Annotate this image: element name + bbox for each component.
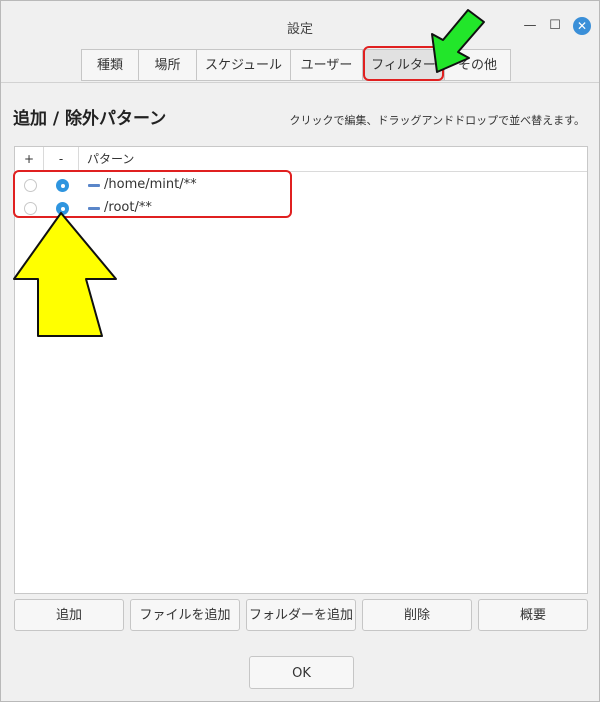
annotation-arrows <box>13 9 485 337</box>
yellow-arrow-icon <box>13 212 117 337</box>
green-arrow-icon <box>431 9 485 73</box>
